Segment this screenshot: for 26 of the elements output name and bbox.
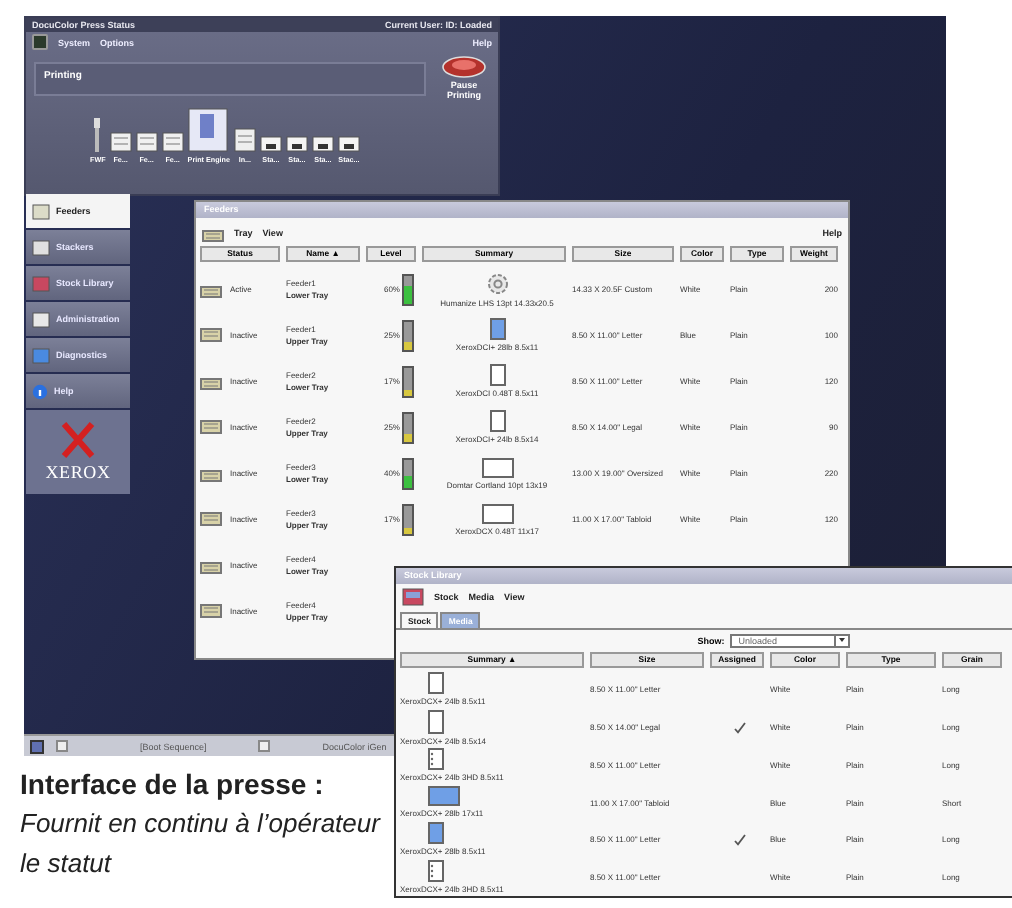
print-engine-icon [188,108,229,152]
stacker-icon [311,136,334,152]
tray-icon [200,464,222,482]
tray-icon [200,280,222,298]
inserter-icon [233,128,256,152]
tray-icon [200,602,222,620]
feeder-icon [161,132,184,152]
module-icon [92,118,103,152]
tray-icon [200,556,222,574]
stacker-icon [285,136,308,152]
help-icon [32,383,48,399]
tray-icon [200,326,222,344]
caption-text: Fournit en continu à l’opérateur le statut [20,806,383,882]
printer-icon [32,34,48,50]
status-icon [258,740,271,752]
xerox-logo: XEROX [26,410,130,494]
caret-icon [834,634,849,647]
feeder-icon [135,132,158,152]
caption-heading: Interface de la presse : [20,766,326,804]
feeder-icon [109,132,132,152]
tray-icon [200,418,222,436]
tray-icon [200,510,222,528]
stacker-icon [259,136,282,152]
stacker-icon [337,136,360,152]
stock-library-icon [402,588,424,607]
tray-icon [200,372,222,390]
